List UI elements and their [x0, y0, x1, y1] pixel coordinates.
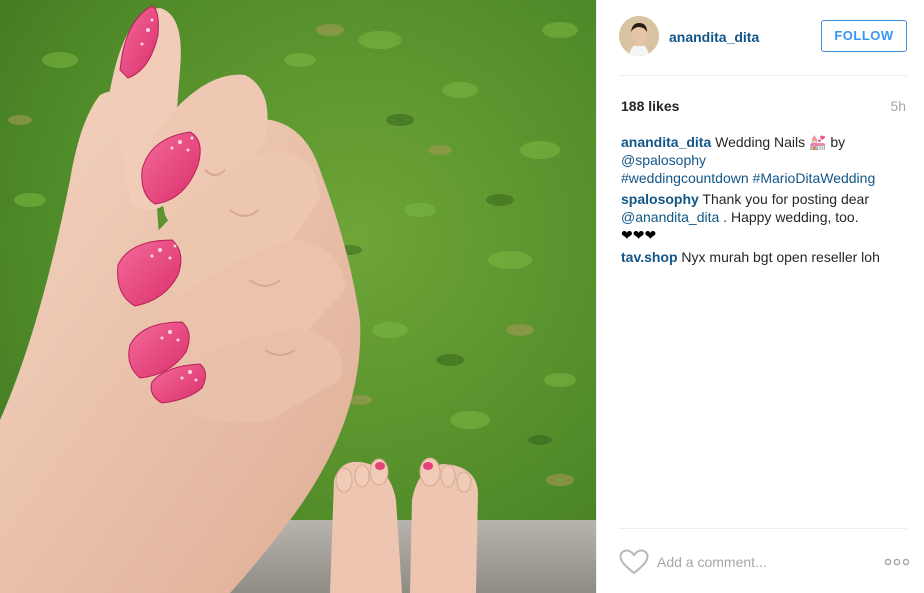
post-details-panel: anandita_dita FOLLOW 188 likes 5h anandi… [596, 0, 924, 593]
comment-item: spalosophy Thank you for posting dear @a… [621, 190, 911, 245]
chapel-emoji-icon: 💒 [809, 134, 827, 150]
comment-username[interactable]: anandita_dita [621, 134, 711, 150]
hearts-icon: ❤❤❤ [621, 228, 657, 244]
mention-link[interactable]: @spalosophy [621, 152, 706, 168]
mention-link[interactable]: @anandita_dita [621, 209, 719, 225]
comment-item: tav.shop Nyx murah bgt open reseller loh [621, 248, 911, 266]
hashtag-link[interactable]: #weddingcountdown [621, 170, 749, 186]
comment-text: Thank you for posting dear [698, 191, 869, 207]
photo-hand-pink-nails [0, 0, 596, 593]
likes-count[interactable]: 188 likes [621, 98, 679, 114]
footer-divider [619, 528, 907, 529]
post-author-username[interactable]: anandita_dita [669, 29, 759, 45]
header-divider [619, 75, 907, 76]
comment-text: . Happy wedding, too. [719, 209, 859, 225]
comment-caption: anandita_dita Wedding Nails 💒 by @spalos… [621, 133, 911, 187]
comment-text: by [826, 134, 846, 150]
post-timestamp[interactable]: 5h [890, 98, 906, 114]
avatar[interactable] [619, 16, 659, 56]
follow-button[interactable]: FOLLOW [821, 20, 907, 52]
post-photo[interactable] [0, 0, 596, 593]
like-button[interactable] [619, 549, 649, 575]
comment-text: Wedding Nails [711, 134, 810, 150]
more-options-icon [884, 558, 910, 566]
comment-username[interactable]: spalosophy [621, 191, 699, 207]
hashtag-link[interactable]: #MarioDitaWedding [753, 170, 876, 186]
comment-input[interactable] [657, 550, 857, 574]
instagram-post-view: anandita_dita FOLLOW 188 likes 5h anandi… [0, 0, 924, 593]
comments-list: anandita_dita Wedding Nails 💒 by @spalos… [621, 133, 911, 269]
more-options-button[interactable] [883, 552, 911, 572]
comment-text: Nyx murah bgt open reseller loh [677, 249, 880, 265]
heart-outline-icon [619, 549, 649, 575]
comment-username[interactable]: tav.shop [621, 249, 678, 265]
avatar-portrait-icon [619, 16, 659, 56]
post-header: anandita_dita FOLLOW [597, 0, 924, 75]
